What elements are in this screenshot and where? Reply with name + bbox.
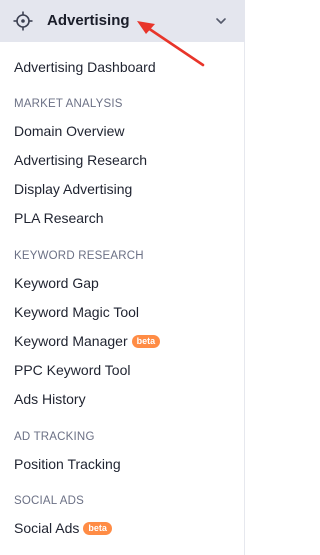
menu-item-advertising-dashboard[interactable]: Advertising Dashboard [14, 58, 156, 76]
menu-item-social-ads[interactable]: Social Ads beta [14, 519, 112, 537]
advertising-header[interactable]: Advertising [0, 0, 245, 42]
menu-item-position-tracking[interactable]: Position Tracking [14, 455, 121, 473]
menu-item-advertising-research[interactable]: Advertising Research [14, 151, 147, 169]
section-title-ad-tracking: AD TRACKING [14, 431, 95, 443]
menu-item-keyword-manager[interactable]: Keyword Manager beta [14, 332, 161, 350]
menu-item-pla-research[interactable]: PLA Research [14, 209, 104, 227]
crosshair-icon [13, 11, 33, 31]
menu-item-ppc-keyword-tool[interactable]: PPC Keyword Tool [14, 361, 130, 379]
menu-item-domain-overview[interactable]: Domain Overview [14, 122, 124, 140]
menu-item-keyword-magic-tool[interactable]: Keyword Magic Tool [14, 303, 139, 321]
menu-item-ads-history[interactable]: Ads History [14, 390, 86, 408]
advertising-menu-panel: Advertising Advertising Dashboard MARKET… [0, 0, 245, 555]
beta-badge: beta [131, 335, 161, 348]
menu-item-label: Keyword Manager [14, 333, 128, 349]
chevron-down-icon[interactable] [214, 14, 228, 28]
section-title-social-ads: SOCIAL ADS [14, 495, 84, 507]
menu-item-label: Social Ads [14, 520, 80, 536]
menu-item-display-advertising[interactable]: Display Advertising [14, 180, 132, 198]
section-title-keyword-research: KEYWORD RESEARCH [14, 250, 144, 262]
beta-badge: beta [83, 522, 112, 535]
menu-item-keyword-gap[interactable]: Keyword Gap [14, 274, 99, 292]
advertising-title: Advertising [47, 12, 130, 29]
section-title-market-analysis: MARKET ANALYSIS [14, 98, 123, 110]
